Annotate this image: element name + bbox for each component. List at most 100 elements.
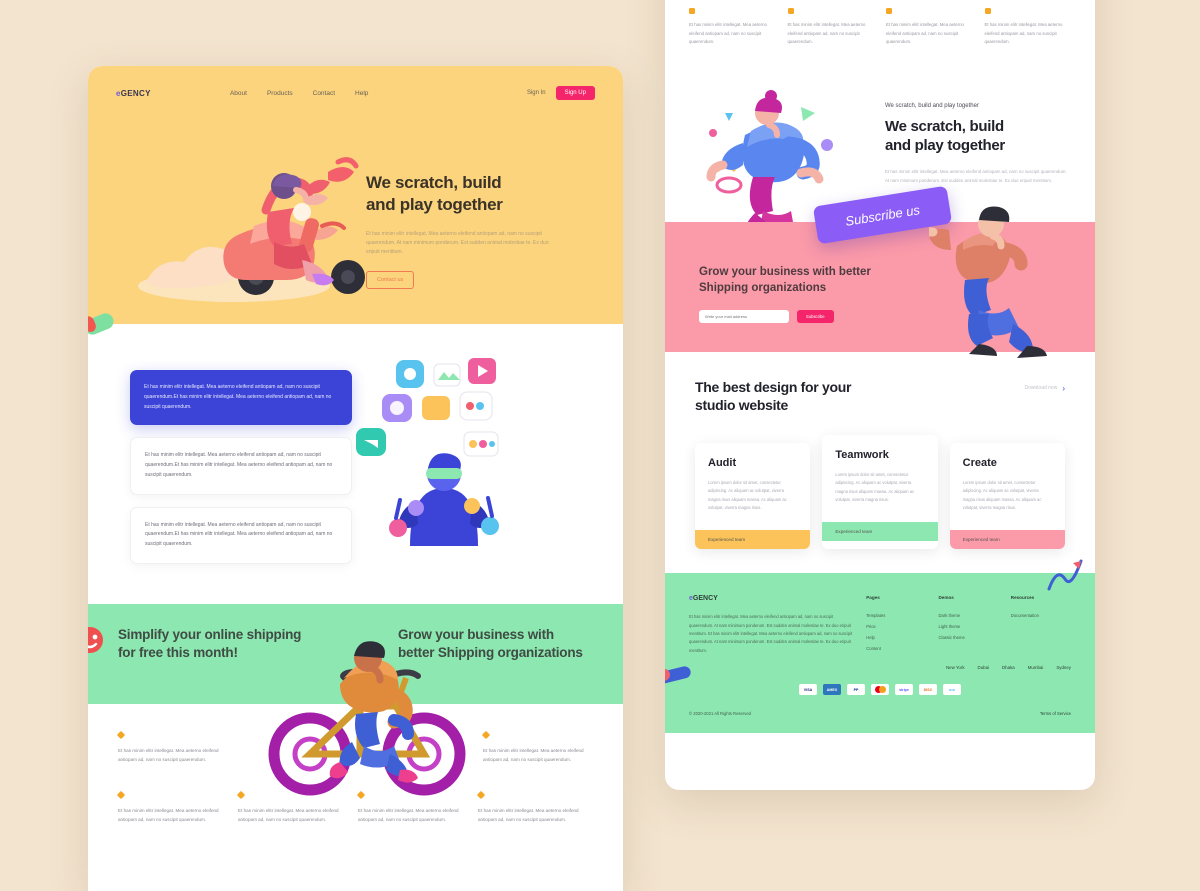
cyclist-illustration (248, 622, 478, 812)
hero-heading-line1: We scratch, build (366, 173, 502, 192)
feature-text: Et has minim elitr intellegat. Mea aeter… (787, 22, 866, 45)
logo[interactable]: eGENCY (116, 89, 151, 98)
footer-link-classic-theme[interactable]: Classic theme (938, 635, 998, 640)
jumping-person-illustration (929, 204, 1089, 374)
feature-card[interactable]: Et has minim elitr intellegat. Mea aeter… (130, 506, 352, 564)
city-dhaka[interactable]: Dhaka (1002, 665, 1015, 670)
stripe-icon: stripe (895, 684, 913, 696)
card-footer-badge[interactable]: Experienced team (695, 530, 811, 550)
city-mumbai[interactable]: Mumbai (1028, 665, 1044, 670)
cards-section: Et has minim elitr intellegat. Mea aeter… (88, 313, 623, 604)
hero-heading: We scratch, build and play together (366, 172, 551, 216)
feature-item: Et has minim elitr intellegat. Mea aeter… (886, 8, 973, 47)
feature-text: Et has minim elitr intellegat. Mea aeter… (483, 747, 584, 762)
signin-link[interactable]: Sign In (527, 90, 546, 96)
footer-logo-rest: GENCY (692, 595, 718, 603)
square-icon (689, 8, 695, 14)
hero-text: We scratch, build and play together Et h… (366, 114, 551, 314)
signup-button[interactable]: Sign Up (555, 86, 595, 100)
subscribe-button[interactable]: Subscribe (797, 310, 834, 324)
card-title: Create (962, 456, 997, 469)
footer-link-price[interactable]: Price (866, 624, 926, 629)
feature-text: Et has minim elitr intellegat. Mea aeter… (118, 747, 219, 762)
diamond-icon (476, 790, 486, 800)
card-footer-badge[interactable]: Experienced team (949, 530, 1065, 550)
footer-column-title: Demos (938, 595, 954, 601)
city-sydney[interactable]: Sydney (1056, 665, 1071, 670)
download-now-label: Download now (1024, 385, 1058, 392)
site-footer: eGENCY Et has minim elitr intellegat. Me… (665, 559, 1095, 734)
card-text: Lorem ipsum dolor sit amet, consectetur … (835, 471, 915, 502)
best-header: The best design for your studio website … (695, 378, 1065, 415)
footer-column-title: Resources (1010, 595, 1035, 601)
nav-links: About Products Contact Help (230, 90, 368, 97)
download-now-link[interactable]: Download now › (1025, 378, 1065, 393)
copyright-text: © 2020-2021 All Rights Reserved (689, 711, 751, 717)
service-card-teamwork[interactable]: Teamwork Lorem ipsum dolor sit amet, con… (822, 434, 938, 550)
left-page-mockup: eGENCY About Products Contact Help Sign … (88, 66, 623, 891)
feature-text: Et has minim elitr intellegat. Mea aeter… (478, 808, 579, 823)
cards-column: Et has minim elitr intellegat. Mea aeter… (130, 370, 352, 576)
terms-of-service-link[interactable]: Terms of Service (1040, 711, 1071, 716)
right-page-mockup: Et has minim elitr intellegat. Mea aeter… (665, 0, 1095, 790)
subscribe-heading: Grow your business with better Shipping … (699, 264, 914, 297)
footer-link-dark-theme[interactable]: Dark theme (938, 613, 998, 618)
subscribe-band: Subscribe us Grow your business with bet… (665, 185, 1095, 358)
feature-text: Et has minim elitr intellegat. Mea aeter… (689, 22, 767, 45)
footer-link-documentation[interactable]: Documentation (1011, 613, 1071, 618)
scratch-eyebrow: We scratch, build and play together (885, 102, 979, 109)
card-text: Lorem ipsum dolor sit amet, consectetur … (962, 479, 1042, 510)
card-body: Audit Lorem ipsum dolor sit amet, consec… (695, 443, 810, 531)
hero-paragraph: Et has minim elitr intellegat. Mea aeter… (366, 230, 549, 256)
payment-methods: VISA AMEX PP stripe DISC ⊂⊃ (689, 684, 1071, 696)
best-design-section: The best design for your studio website … (665, 351, 1095, 550)
footer-link-content[interactable]: Content (866, 646, 926, 651)
diamond-icon (481, 730, 491, 739)
card-text: Lorem ipsum dolor sit amet, consectetur … (708, 479, 787, 510)
squiggle-decoration (1045, 559, 1085, 593)
footer-link-help[interactable]: Help (866, 635, 926, 640)
maestro-icon: ⊂⊃ (943, 684, 961, 696)
square-icon (984, 8, 991, 14)
scratch-heading: We scratch, build and play together (885, 117, 1071, 156)
nav-item-about[interactable]: About (230, 90, 247, 97)
nav-item-contact[interactable]: Contact (313, 90, 335, 97)
best-heading-line2: studio website (695, 397, 789, 414)
paypal-icon: PP (847, 684, 865, 696)
city-new-york[interactable]: New York (946, 665, 965, 670)
city-dubai[interactable]: Dubai (978, 665, 989, 670)
visa-icon: VISA (799, 684, 817, 696)
service-card-audit[interactable]: Audit Lorem ipsum dolor sit amet, consec… (695, 442, 811, 550)
feature-item: Et has minim elitr intellegat. Mea aeter… (787, 8, 875, 47)
pill-decoration (88, 306, 122, 346)
footer-link-templates[interactable]: Templates (866, 613, 926, 618)
mastercard-icon (871, 684, 889, 696)
footer-column-resources: Resources Documentation (1011, 595, 1071, 657)
feature-text: Et has minim elitr intellegat. Mea aeter… (118, 808, 219, 823)
contact-us-button[interactable]: Contact us (366, 271, 415, 290)
footer-link-light-theme[interactable]: Light theme (938, 624, 998, 629)
card-footer-badge[interactable]: Experienced team (822, 522, 938, 542)
top-features-row: Et has minim elitr intellegat. Mea aeter… (665, 0, 1095, 47)
footer-column-pages: Pages Templates Price Help Content (866, 595, 926, 657)
capsule-decoration (665, 661, 697, 687)
card-title: Audit (708, 456, 737, 469)
footer-brand: eGENCY Et has minim elitr intellegat. Me… (689, 595, 854, 657)
nav-item-help[interactable]: Help (355, 90, 368, 97)
card-title: Teamwork (835, 448, 889, 461)
nav-item-products[interactable]: Products (267, 90, 293, 97)
feature-card[interactable]: Et has minim elitr intellegat. Mea aeter… (130, 437, 352, 495)
feature-item: Et has minim elitr intellegat. Mea aeter… (481, 730, 593, 764)
footer-top: eGENCY Et has minim elitr intellegat. Me… (689, 595, 1071, 657)
email-input[interactable] (699, 310, 789, 324)
hero-heading-line2: and play together (366, 194, 503, 214)
feature-text: Et has minim elitr intellegat. Mea aeter… (984, 22, 1063, 45)
hero-section: eGENCY About Products Contact Help Sign … (88, 66, 623, 324)
square-icon (886, 8, 892, 14)
feature-card-highlighted[interactable]: Et has minim elitr intellegat. Mea aeter… (130, 370, 352, 426)
feature-item: Et has minim elitr intellegat. Mea aeter… (116, 730, 228, 764)
footer-logo[interactable]: eGENCY (689, 595, 854, 602)
juggler-illustration (352, 358, 623, 576)
feature-item: Et has minim elitr intellegat. Mea aeter… (984, 8, 1072, 47)
service-card-create[interactable]: Create Lorem ipsum dolor sit amet, conse… (949, 442, 1065, 550)
